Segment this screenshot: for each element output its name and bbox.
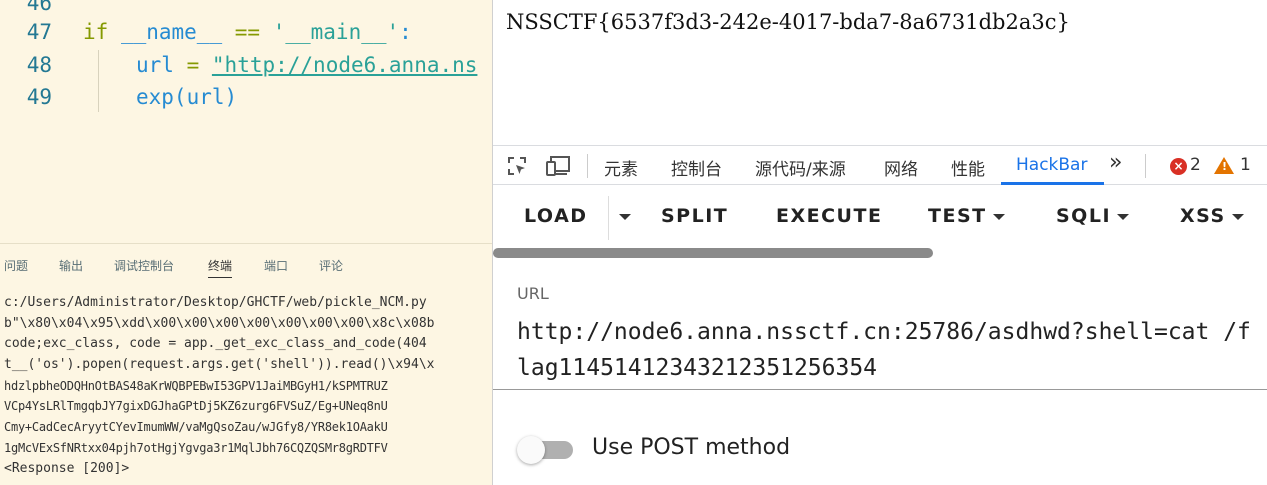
tab-hackbar[interactable]: HackBar (1016, 155, 1087, 175)
post-method-toggle[interactable] (517, 436, 574, 464)
terminal-line: t__('os').popen(request.args.get('shell'… (4, 357, 435, 373)
toolbar-separator (587, 154, 588, 178)
browser-window: NSSCTF{6537f3d3-242e-4017-bda7-8a6731db2… (492, 0, 1267, 485)
url-field-underline (493, 389, 1267, 390)
xss-dropdown[interactable]: XSS (1180, 205, 1244, 227)
chevron-down-icon (1231, 213, 1244, 220)
url-textarea[interactable]: http://node6.anna.nssctf.cn:25786/asdhwd… (517, 314, 1257, 386)
terminal-line: code;exc_class, code = app._get_exc_clas… (4, 336, 427, 352)
warning-mark: ! (1222, 160, 1228, 173)
active-tab-indicator (1001, 182, 1104, 185)
horizontal-scrollbar[interactable] (493, 248, 933, 258)
terminal-output[interactable]: c:/Users/Administrator/Desktop/GHCTF/web… (4, 293, 492, 479)
load-button[interactable]: LOAD (524, 205, 588, 227)
vscode-window: 46 47 if __name__ == '__main__': 48 url … (0, 0, 492, 485)
terminal-line: Cmy+CadCecAryytCYevImumWW/vaMgQsoZau/wJG… (4, 420, 388, 435)
panel-tabs: 问题 输出 调试控制台 终端 端口 评论 (0, 244, 492, 288)
page-body-text: NSSCTF{6537f3d3-242e-4017-bda7-8a6731db2… (506, 10, 1070, 34)
error-icon[interactable]: × (1170, 158, 1187, 175)
line-number: 48 (26, 53, 52, 77)
code-text: url = "http://node6.anna.ns (136, 53, 478, 77)
inspect-element-icon[interactable] (505, 154, 529, 178)
devtools-toolbar: 元素 控制台 源代码/来源 网络 性能 HackBar » × 2 ! 1 (493, 145, 1267, 185)
tab-elements[interactable]: 元素 (604, 155, 638, 180)
terminal-line: 1gMcVExSfNRtxx04pjh7otHgjYgvga3r1MqlJbh7… (4, 440, 388, 455)
chevron-down-icon (992, 213, 1005, 220)
post-method-label: Use POST method (592, 435, 791, 460)
code-text: if __name__ == '__main__': (83, 20, 412, 44)
load-dropdown-icon[interactable] (613, 205, 631, 227)
tab-output[interactable]: 输出 (59, 257, 83, 274)
more-tabs-icon[interactable]: » (1109, 150, 1122, 175)
tab-problems[interactable]: 问题 (4, 257, 28, 274)
toolbar-separator (1145, 154, 1146, 178)
load-divider (608, 196, 609, 240)
tab-debug-console[interactable]: 调试控制台 (114, 257, 174, 274)
chevron-down-icon (1117, 213, 1130, 220)
terminal-line: c:/Users/Administrator/Desktop/GHCTF/web… (4, 295, 427, 310)
tab-ports[interactable]: 端口 (264, 257, 288, 274)
code-editor[interactable]: 46 47 if __name__ == '__main__': 48 url … (0, 0, 492, 243)
line-number: 47 (26, 20, 52, 44)
execute-button[interactable]: EXECUTE (776, 205, 882, 227)
terminal-line: b"\x80\x04\x95\xdd\x00\x00\x00\x00\x00\x… (4, 315, 435, 331)
terminal-line: VCp4YsLRlTmgqbJY7gixDGJhaGPtDj5KZ6zurg6F… (4, 399, 388, 414)
toggle-knob (517, 436, 545, 464)
terminal-line: <Response [200]> (4, 460, 130, 476)
terminal-line: hdzlpbheODQHnOtBAS48aKrWQBPEBwI53GPV1Jai… (4, 378, 388, 393)
indent-guide (98, 50, 99, 112)
line-number: 49 (26, 85, 52, 109)
split-button[interactable]: SPLIT (661, 205, 728, 227)
sqli-dropdown[interactable]: SQLI (1056, 205, 1130, 227)
tab-comments[interactable]: 评论 (319, 257, 343, 274)
tab-terminal[interactable]: 终端 (208, 257, 233, 278)
error-count[interactable]: 2 (1190, 155, 1201, 175)
code-text: exp(url) (136, 85, 238, 109)
url-label: URL (517, 284, 549, 303)
tab-performance[interactable]: 性能 (951, 155, 985, 180)
warning-count[interactable]: 1 (1240, 155, 1251, 175)
device-toolbar-icon[interactable] (545, 154, 570, 178)
test-dropdown[interactable]: TEST (928, 205, 1005, 227)
tab-sources[interactable]: 源代码/来源 (755, 155, 846, 180)
tab-network[interactable]: 网络 (884, 155, 918, 180)
bottom-panel: 问题 输出 调试控制台 终端 端口 评论 c:/Users/Administra… (0, 243, 492, 485)
tab-console[interactable]: 控制台 (671, 155, 722, 180)
